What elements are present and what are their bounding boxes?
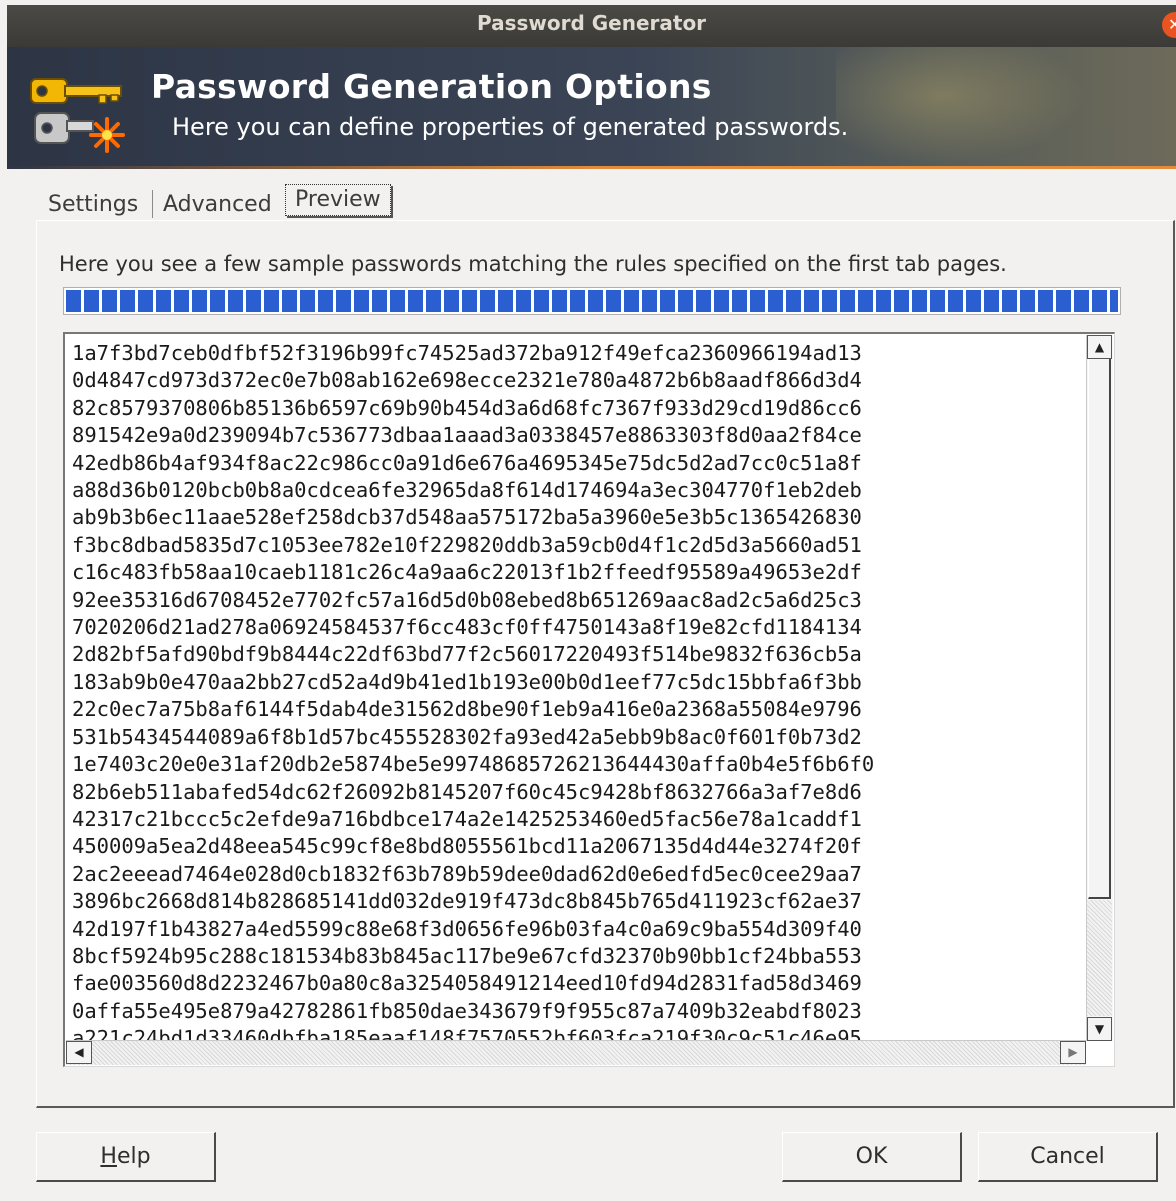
password-list-textarea[interactable]: 1a7f3bd7ceb0dfbf52f3196b99fc74525ad372ba… <box>63 332 1115 1067</box>
banner-decoration <box>836 47 1096 169</box>
tab-divider <box>152 190 153 218</box>
scroll-left-icon[interactable]: ◀ <box>66 1041 92 1064</box>
banner-title: Password Generation Options <box>151 67 712 106</box>
password-line: 1e7403c20e0e31af20db2e5874be5e9974868572… <box>72 752 875 777</box>
progress-fill <box>66 290 1118 312</box>
password-line: 42edb86b4af934f8ac22c986cc0a91d6e676a469… <box>72 450 862 475</box>
password-line: 3896bc2668d814b828685141dd032de919f473dc… <box>72 889 862 914</box>
password-line: 82c8579370806b85136b6597c69b90b454d3a6d6… <box>72 395 862 420</box>
preview-description: Here you see a few sample passwords matc… <box>59 252 1007 276</box>
help-mnemonic: H <box>100 1144 117 1169</box>
scroll-right-icon[interactable]: ▶ <box>1060 1041 1086 1064</box>
password-line: fae003560d8d2232467b0a80c8a3254058491214… <box>72 971 862 996</box>
password-line: 183ab9b0e470aa2bb27cd52a4d9b41ed1b193e00… <box>72 669 862 694</box>
password-line: 891542e9a0d239094b7c536773dbaa1aaad3a033… <box>72 423 862 448</box>
help-button[interactable]: Help <box>36 1132 216 1182</box>
password-line: 8bcf5924b95c288c181534b83b845ac117be9e67… <box>72 943 862 968</box>
tab-settings[interactable]: Settings <box>48 186 138 220</box>
header-banner: Password Generation Options Here you can… <box>7 47 1176 169</box>
vertical-scroll-track[interactable] <box>1087 900 1112 1016</box>
password-line: 0d4847cd973d372ec0e7b08ab162e698ecce2321… <box>72 368 862 393</box>
vertical-scroll-thumb[interactable] <box>1088 359 1111 899</box>
scroll-up-icon[interactable]: ▲ <box>1087 335 1112 359</box>
tab-advanced[interactable]: Advanced <box>163 186 272 220</box>
password-line: 42317c21bccc5c2efde9a716bdbce174a2e14252… <box>72 806 862 831</box>
password-line: 450009a5ea2d48eea545c99cf8e8bd8055561bcd… <box>72 834 862 859</box>
generation-progress-bar <box>63 287 1121 315</box>
password-line: 531b5434544089a6f8b1d57bc455528302fa93ed… <box>72 724 862 749</box>
password-list[interactable]: 1a7f3bd7ceb0dfbf52f3196b99fc74525ad372ba… <box>72 340 1084 1040</box>
banner-accent-stripe <box>7 166 1176 169</box>
title-bar: Password Generator ✕ <box>7 5 1176 47</box>
tab-preview[interactable]: Preview <box>285 184 391 216</box>
scroll-down-icon[interactable]: ▼ <box>1087 1017 1112 1041</box>
banner-subtitle: Here you can define properties of genera… <box>172 113 849 141</box>
horizontal-scrollbar[interactable]: ◀ ▶ <box>66 1040 1086 1065</box>
vertical-scrollbar[interactable]: ▲ ▼ <box>1086 335 1113 1041</box>
password-line: a88d36b0120bcb0b8a0cdcea6fe32965da8f614d… <box>72 478 862 503</box>
window-title: Password Generator <box>476 11 707 35</box>
password-line: a221c24bd1d33460dbfba185eaaf148f7570552b… <box>72 1026 862 1040</box>
help-label: elp <box>116 1144 151 1169</box>
password-line: 2d82bf5afd90bdf9b8444c22df63bd77f2c56017… <box>72 642 862 667</box>
password-line: 1a7f3bd7ceb0dfbf52f3196b99fc74525ad372ba… <box>72 341 862 365</box>
cancel-button[interactable]: Cancel <box>978 1132 1158 1182</box>
key-generator-icon <box>30 78 125 153</box>
password-line: 2ac2eeead7464e028d0cb1832f63b789b59dee0d… <box>72 861 862 886</box>
password-line: 82b6eb511abafed54dc62f26092b8145207f60c4… <box>72 779 862 804</box>
password-line: ab9b3b6ec11aae528ef258dcb37d548aa575172b… <box>72 505 862 530</box>
password-line: f3bc8dbad5835d7c1053ee782e10f229820ddb3a… <box>72 532 862 557</box>
password-line: 92ee35316d6708452e7702fc57a16d5d0b08ebed… <box>72 587 862 612</box>
ok-button[interactable]: OK <box>782 1132 962 1182</box>
password-line: 0affa55e495e879a42782861fb850dae343679f9… <box>72 998 862 1023</box>
password-line: 22c0ec7a75b8af6144f5dab4de31562d8be90f1e… <box>72 697 862 722</box>
password-line: 7020206d21ad278a06924584537f6cc483cf0ff4… <box>72 615 862 640</box>
password-line: c16c483fb58aa10caeb1181c26c4a9aa6c22013f… <box>72 560 862 585</box>
password-line: 42d197f1b43827a4ed5599c88e68f3d0656fe96b… <box>72 916 862 941</box>
